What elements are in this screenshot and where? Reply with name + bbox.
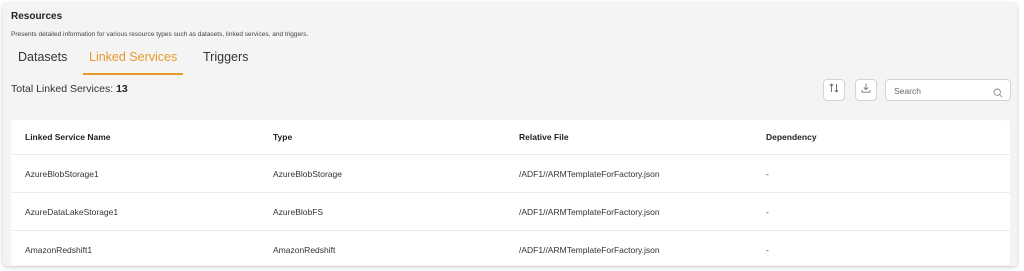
- table-row[interactable]: AzureDataLakeStorage1 AzureBlobFS /ADF1/…: [11, 192, 1010, 231]
- total-linked-services: Total Linked Services: 13: [11, 83, 128, 95]
- cell-relative-file: /ADF1//ARMTemplateForFactory.json: [519, 207, 660, 217]
- resources-panel: Resources Presents detailed information …: [3, 3, 1017, 266]
- cell-dependency: -: [766, 169, 769, 179]
- cell-dependency: -: [766, 245, 769, 255]
- tab-datasets[interactable]: Datasets: [18, 47, 67, 73]
- cell-name: AzureDataLakeStorage1: [25, 207, 119, 217]
- table-header-row: Linked Service Name Type Relative File D…: [11, 120, 1010, 154]
- total-count: 13: [116, 83, 128, 95]
- download-icon: [860, 81, 872, 99]
- table-row[interactable]: AzureBlobStorage1 AzureBlobStorage /ADF1…: [11, 154, 1010, 193]
- search-box: [885, 79, 1011, 101]
- column-header-name[interactable]: Linked Service Name: [25, 120, 111, 154]
- cell-type: AmazonRedshift: [273, 245, 336, 255]
- cell-name: AzureBlobStorage1: [25, 169, 99, 179]
- linked-services-table: Linked Service Name Type Relative File D…: [11, 120, 1010, 265]
- column-header-relative-file[interactable]: Relative File: [519, 120, 569, 154]
- sort-arrows-icon: [828, 81, 840, 99]
- search-input[interactable]: [892, 82, 992, 100]
- panel-title: Resources: [11, 11, 63, 22]
- cell-name: AmazonRedshift1: [25, 245, 93, 255]
- table-row[interactable]: AmazonRedshift1 AmazonRedshift /ADF1//AR…: [11, 230, 1010, 266]
- tab-linked-services[interactable]: Linked Services: [83, 47, 184, 75]
- cell-type: AzureBlobFS: [273, 207, 324, 217]
- cell-type: AzureBlobStorage: [273, 169, 342, 179]
- column-header-dependency[interactable]: Dependency: [766, 120, 817, 154]
- total-label: Total Linked Services:: [11, 83, 117, 95]
- cell-dependency: -: [766, 207, 769, 217]
- cell-relative-file: /ADF1//ARMTemplateForFactory.json: [519, 169, 660, 179]
- cell-relative-file: /ADF1//ARMTemplateForFactory.json: [519, 245, 660, 255]
- sort-button[interactable]: [823, 79, 845, 101]
- download-button[interactable]: [855, 79, 877, 101]
- tab-triggers[interactable]: Triggers: [203, 47, 248, 73]
- search-icon[interactable]: [993, 85, 1003, 103]
- column-header-type[interactable]: Type: [273, 120, 292, 154]
- panel-description: Presents detailed information for variou…: [11, 31, 309, 38]
